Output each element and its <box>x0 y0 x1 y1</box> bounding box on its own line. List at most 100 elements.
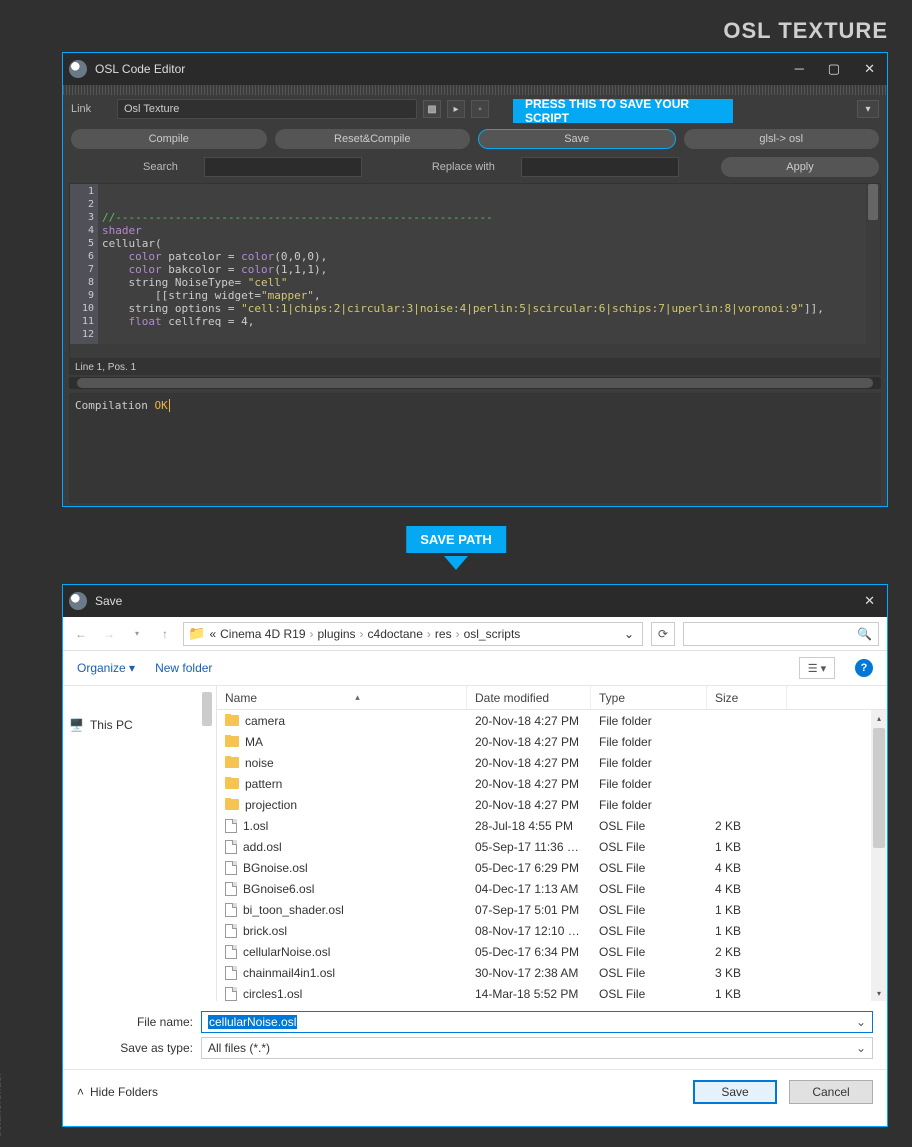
save-callout: PRESS THIS TO SAVE YOUR SCRIPT <box>513 99 733 123</box>
editor-scrollbar[interactable] <box>69 377 881 389</box>
breadcrumb-item[interactable]: Cinema 4D R19 <box>220 627 305 641</box>
column-size[interactable]: Size <box>707 686 787 709</box>
column-date[interactable]: Date modified <box>467 686 591 709</box>
list-item[interactable]: pattern20-Nov-18 4:27 PMFile folder <box>217 773 887 794</box>
minimize-button[interactable]: ─ <box>795 61 804 77</box>
folder-icon <box>225 778 239 789</box>
chevron-down-icon[interactable]: ⌄ <box>856 1015 866 1029</box>
view-mode-button[interactable]: ☰ ▾ <box>799 657 835 679</box>
refresh-button[interactable]: ⟳ <box>651 622 675 646</box>
code-editor[interactable]: 123456789101112 //----------------------… <box>69 183 881 359</box>
save-titlebar[interactable]: Save ✕ <box>63 585 887 617</box>
close-button[interactable]: ✕ <box>864 593 875 609</box>
app-icon <box>69 592 87 610</box>
code-text[interactable]: //--------------------------------------… <box>98 184 866 344</box>
tree-item-thispc[interactable]: 🖥️ This PC <box>69 718 210 732</box>
code-horizontal-scrollbar[interactable] <box>70 344 880 358</box>
list-item[interactable]: brick.osl08-Nov-17 12:10 P...OSL File1 K… <box>217 920 887 941</box>
breadcrumb[interactable]: 📁 « Cinema 4D R19› plugins› c4doctane› r… <box>183 622 643 646</box>
scroll-down-icon[interactable]: ▾ <box>871 985 887 1001</box>
column-name[interactable]: Name▴ <box>217 686 467 709</box>
save-path-arrow-icon <box>444 556 468 570</box>
folder-icon: 📁 <box>188 625 205 642</box>
file-icon <box>225 966 237 980</box>
file-icon <box>225 861 237 875</box>
file-icon <box>225 945 237 959</box>
breadcrumb-item[interactable]: osl_scripts <box>464 627 521 641</box>
compile-console: Compilation OK <box>69 393 881 503</box>
save-window-title: Save <box>95 594 864 608</box>
tree-scrollbar[interactable] <box>200 688 214 999</box>
folder-icon <box>225 715 239 726</box>
hide-folders-toggle[interactable]: ˄ Hide Folders <box>77 1085 158 1099</box>
savetype-combo[interactable]: All files (*.*) ⌄ <box>201 1037 873 1059</box>
search-icon: 🔍 <box>857 627 872 641</box>
monitor-icon: 🖥️ <box>69 718 84 732</box>
breadcrumb-prefix: « <box>209 627 216 641</box>
list-item[interactable]: chainmail4in1.osl30-Nov-17 2:38 AMOSL Fi… <box>217 962 887 983</box>
list-item[interactable]: projection20-Nov-18 4:27 PMFile folder <box>217 794 887 815</box>
filename-input[interactable]: cellularNoise.osl ⌄ <box>201 1011 873 1033</box>
close-button[interactable]: ✕ <box>864 61 875 77</box>
scroll-up-icon[interactable]: ▴ <box>871 710 887 726</box>
list-item[interactable]: cellularNoise.osl05-Dec-17 6:34 PMOSL Fi… <box>217 941 887 962</box>
search-input[interactable] <box>204 157 362 177</box>
folder-icon <box>225 757 239 768</box>
file-list: Name▴ Date modified Type Size camera20-N… <box>217 686 887 1001</box>
chevron-down-icon[interactable]: ⌄ <box>624 627 634 641</box>
folder-tree[interactable]: 🖥️ This PC <box>63 686 217 1001</box>
link-checker-icon[interactable]: ▩ <box>423 100 441 118</box>
compile-button[interactable]: Compile <box>71 129 267 149</box>
list-vertical-scrollbar[interactable]: ▴ ▾ <box>871 710 887 1001</box>
folder-icon <box>225 799 239 810</box>
link-clear-icon[interactable]: ◦ <box>471 100 489 118</box>
list-item[interactable]: camera20-Nov-18 4:27 PMFile folder <box>217 710 887 731</box>
link-dropdown-icon[interactable]: ▾ <box>857 100 879 118</box>
apply-button[interactable]: Apply <box>721 157 879 177</box>
help-button[interactable]: ? <box>855 659 873 677</box>
nav-toolbar: ← → ▾ ↑ 📁 « Cinema 4D R19› plugins› c4do… <box>63 617 887 651</box>
replace-label: Replace with <box>432 161 495 173</box>
brand-logo: octanerender™ <box>0 1062 4 1137</box>
save-button[interactable]: Save <box>693 1080 777 1104</box>
link-field[interactable]: Osl Texture <box>117 99 417 119</box>
list-item[interactable]: BGnoise6.osl04-Dec-17 1:13 AMOSL File4 K… <box>217 878 887 899</box>
chevron-down-icon[interactable]: ⌄ <box>856 1041 866 1055</box>
savetype-label: Save as type: <box>77 1041 193 1055</box>
breadcrumb-item[interactable]: res <box>435 627 452 641</box>
sort-asc-icon: ▴ <box>355 692 360 703</box>
osl-titlebar[interactable]: OSL Code Editor ─ ▢ ✕ <box>63 53 887 85</box>
app-icon <box>69 60 87 78</box>
list-item[interactable]: BGnoise.osl05-Dec-17 6:29 PMOSL File4 KB <box>217 857 887 878</box>
save-script-button[interactable]: Save <box>478 129 676 149</box>
folder-icon <box>225 736 239 747</box>
list-item[interactable]: bi_toon_shader.osl07-Sep-17 5:01 PMOSL F… <box>217 899 887 920</box>
breadcrumb-item[interactable]: c4doctane <box>368 627 423 641</box>
nav-forward-icon[interactable]: → <box>99 627 119 641</box>
code-vertical-scrollbar[interactable] <box>866 184 880 344</box>
organize-menu[interactable]: Organize ▾ <box>77 661 135 675</box>
column-type[interactable]: Type <box>591 686 707 709</box>
maximize-button[interactable]: ▢ <box>828 61 840 77</box>
file-icon <box>225 819 237 833</box>
nav-back-icon[interactable]: ← <box>71 627 91 641</box>
link-play-icon[interactable]: ▸ <box>447 100 465 118</box>
cancel-button[interactable]: Cancel <box>789 1080 873 1104</box>
list-item[interactable]: noise20-Nov-18 4:27 PMFile folder <box>217 752 887 773</box>
file-list-header: Name▴ Date modified Type Size <box>217 686 887 710</box>
osl-window-title: OSL Code Editor <box>95 62 795 76</box>
list-item[interactable]: 1.osl28-Jul-18 4:55 PMOSL File2 KB <box>217 815 887 836</box>
glsl-to-osl-button[interactable]: glsl-> osl <box>684 129 880 149</box>
list-item[interactable]: MA20-Nov-18 4:27 PMFile folder <box>217 731 887 752</box>
replace-input[interactable] <box>521 157 679 177</box>
window-grip[interactable] <box>63 85 887 95</box>
breadcrumb-item[interactable]: plugins <box>318 627 356 641</box>
reset-compile-button[interactable]: Reset&Compile <box>275 129 471 149</box>
search-input[interactable]: 🔍 <box>683 622 879 646</box>
list-item[interactable]: circles1.osl14-Mar-18 5:52 PMOSL File1 K… <box>217 983 887 1001</box>
nav-dropdown-icon[interactable]: ▾ <box>127 629 147 638</box>
nav-up-icon[interactable]: ↑ <box>155 627 175 641</box>
file-icon <box>225 924 237 938</box>
new-folder-button[interactable]: New folder <box>155 661 212 675</box>
list-item[interactable]: add.osl05-Sep-17 11:36 PMOSL File1 KB <box>217 836 887 857</box>
